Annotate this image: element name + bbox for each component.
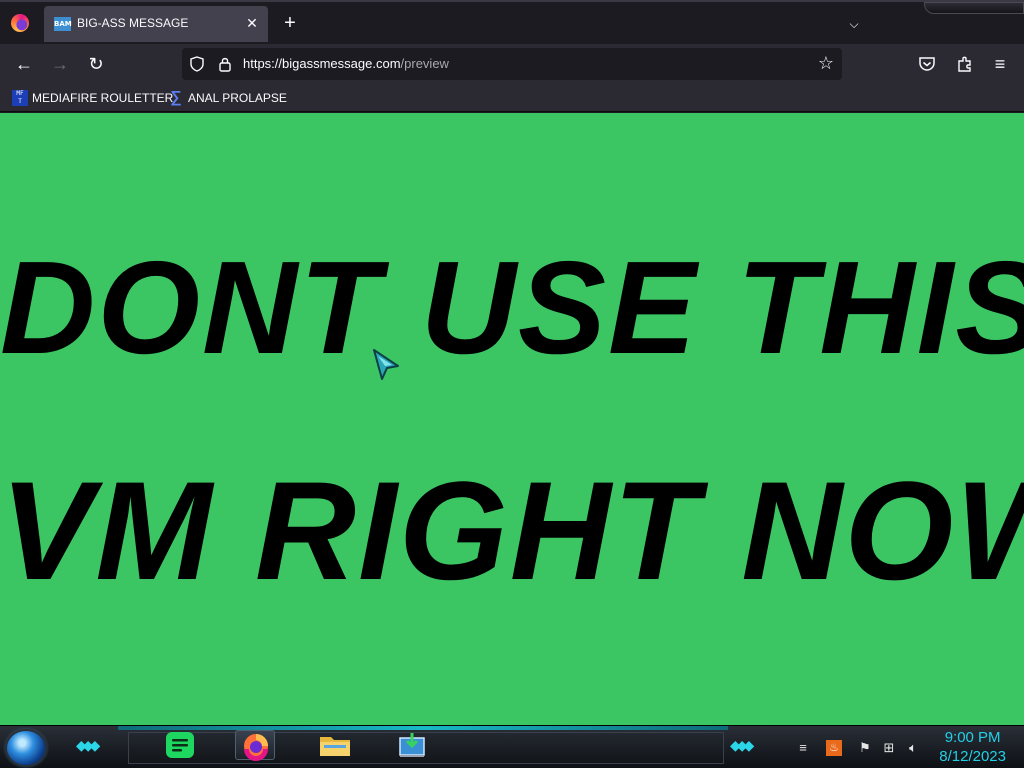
bookmark-star-icon[interactable]: ☆ bbox=[816, 53, 836, 73]
lock-icon[interactable] bbox=[218, 56, 232, 72]
volume-icon[interactable]: 🔈︎ bbox=[905, 740, 921, 756]
system-clock[interactable]: 9:00 PM 8/12/2023 bbox=[939, 728, 1006, 766]
site-favicon-icon: BAM bbox=[54, 17, 72, 31]
back-button[interactable]: ← bbox=[12, 53, 36, 77]
pocket-icon[interactable] bbox=[918, 56, 936, 72]
clock-time: 9:00 PM bbox=[944, 729, 1001, 746]
bookmark-mediafire-rouletter[interactable]: MF T MEDIAFIRE ROULETTER bbox=[12, 89, 173, 107]
folder-icon bbox=[320, 737, 350, 756]
spotify-icon bbox=[166, 732, 194, 758]
taskbar-app-firefox[interactable] bbox=[235, 730, 275, 761]
action-center-flag-icon[interactable]: ⚑ bbox=[857, 740, 873, 756]
message-line-2: VM RIGHT NOW bbox=[0, 452, 1024, 609]
bookmark-label: MEDIAFIRE ROULETTER bbox=[32, 91, 174, 105]
mouse-cursor-icon bbox=[373, 349, 399, 380]
tab-title: BIG-ASS MESSAGE bbox=[77, 16, 189, 30]
tab-big-ass-message[interactable]: BAM BIG-ASS MESSAGE ✕ bbox=[44, 6, 268, 42]
new-tab-button[interactable]: + bbox=[280, 13, 300, 34]
url-text[interactable]: https://bigassmessage.com/preview bbox=[243, 56, 449, 71]
sigma-icon: ∑ bbox=[170, 89, 182, 106]
clock-date: 8/12/2023 bbox=[939, 748, 1006, 765]
show-hidden-icons-icon[interactable]: ≡ bbox=[795, 740, 811, 756]
app-menu-button[interactable]: ≡ bbox=[988, 53, 1012, 77]
list-all-tabs-button[interactable]: ⌵ bbox=[844, 14, 864, 34]
reload-button[interactable]: ↻ bbox=[84, 53, 108, 77]
taskbar-app-file-explorer[interactable] bbox=[315, 730, 355, 760]
network-icon[interactable]: ⊞ bbox=[881, 740, 897, 756]
java-update-icon[interactable]: ♨ bbox=[826, 740, 842, 756]
close-tab-icon[interactable]: ✕ bbox=[244, 15, 260, 31]
taskbar-app-installer[interactable] bbox=[392, 730, 432, 760]
start-button[interactable] bbox=[7, 731, 45, 765]
bookmark-label: ANAL PROLAPSE bbox=[188, 91, 287, 105]
forward-button[interactable]: → bbox=[48, 53, 72, 77]
url-path: /preview bbox=[400, 56, 449, 71]
tab-strip: BAM BIG-ASS MESSAGE ✕ + ⌵ bbox=[0, 0, 1024, 44]
installer-icon bbox=[399, 733, 425, 757]
bookmarks-toolbar: MF T MEDIAFIRE ROULETTER ∑ ANAL PROLAPSE bbox=[0, 84, 1024, 112]
mft-icon: MF T bbox=[12, 90, 28, 106]
taskbar: ◆◆◆ ◆◆◆ ≡ ♨ ⚑ ⊞ 🔈︎ 9:00 PM 8/12/2023 bbox=[0, 725, 1024, 768]
extensions-icon[interactable] bbox=[956, 55, 974, 73]
navigation-toolbar: ← → ↻ https://bigassmessage.com/preview … bbox=[0, 44, 1024, 84]
chevron-decoration-icon: ◆◆◆ bbox=[730, 738, 754, 754]
firefox-icon bbox=[244, 734, 268, 761]
chevron-decoration-icon: ◆◆◆ bbox=[76, 738, 100, 754]
bookmark-anal-prolapse[interactable]: ∑ ANAL PROLAPSE bbox=[168, 89, 287, 107]
firefox-icon[interactable] bbox=[11, 14, 29, 32]
tracking-protection-shield-icon[interactable] bbox=[190, 56, 204, 72]
window-decoration bbox=[924, 2, 1024, 14]
url-bar[interactable]: https://bigassmessage.com/preview ☆ bbox=[182, 48, 842, 80]
taskbar-app-spotify[interactable] bbox=[160, 730, 200, 760]
page-content: DONT USE THIS VM RIGHT NOW bbox=[0, 113, 1024, 725]
message-line-1: DONT USE THIS bbox=[0, 234, 1024, 381]
url-domain: https://bigassmessage.com bbox=[243, 56, 401, 71]
